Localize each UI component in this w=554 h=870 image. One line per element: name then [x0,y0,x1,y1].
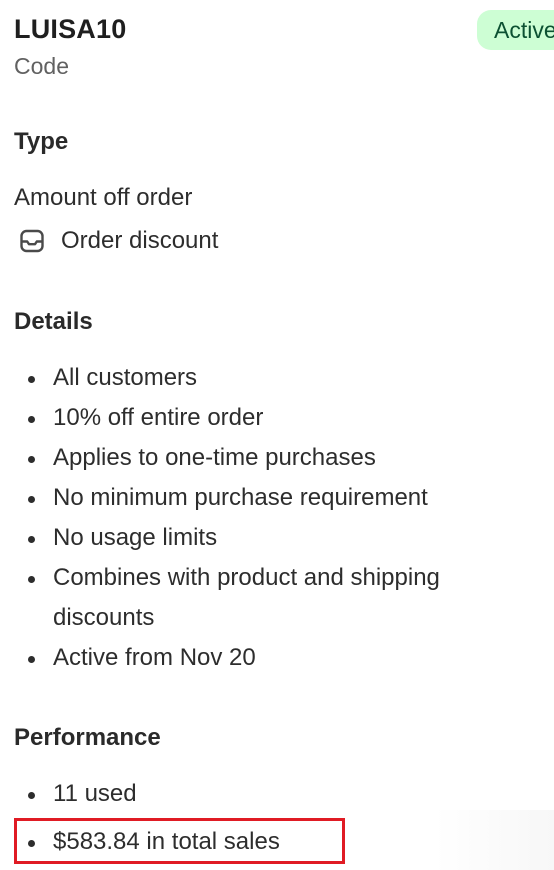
details-item: No usage limits [0,518,540,558]
discount-summary-panel: LUISA10 Code Active Type Amount off orde… [0,0,554,870]
details-item: No minimum purchase requirement [0,478,540,518]
details-item: Applies to one-time purchases [0,438,540,478]
discount-kind-row: Order discount [19,227,218,255]
panel-fade [434,810,554,870]
performance-item-uses: 11 used [0,774,540,814]
amount-type-text: Amount off order [14,184,193,211]
performance-heading: Performance [14,724,161,751]
details-item: Combines with product and shipping disco… [0,558,540,638]
details-item: All customers [0,358,540,398]
details-item: Active from Nov 20 [0,638,540,678]
highlight-annotation-box [14,818,345,864]
type-heading: Type [14,128,69,155]
details-item: 10% off entire order [0,398,540,438]
details-heading: Details [14,308,93,335]
order-discount-icon [19,228,45,254]
discount-kind-label: Order discount [61,227,219,254]
discount-code-label: Code [14,53,69,79]
discount-code-title: LUISA10 [14,14,127,44]
details-list: All customers 10% off entire order Appli… [0,358,540,678]
status-badge: Active [477,10,554,50]
